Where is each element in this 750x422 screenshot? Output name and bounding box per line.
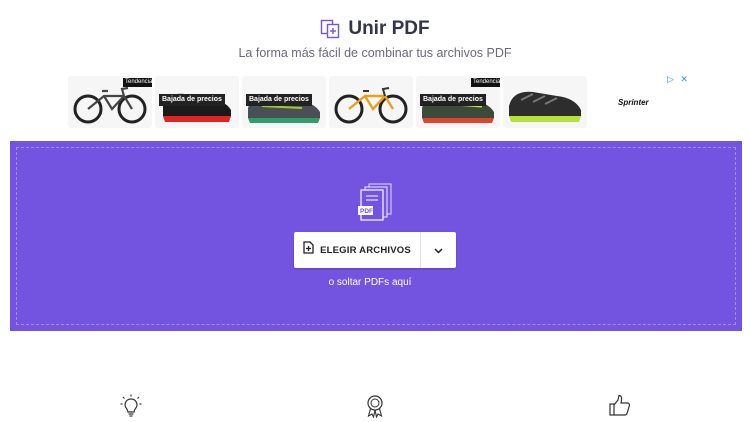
ad-price-banner: Bajada de precios	[159, 94, 225, 106]
ad-product-card[interactable]	[503, 76, 587, 128]
add-file-icon	[303, 241, 314, 259]
page-title: Unir PDF	[348, 18, 430, 39]
page-subtitle: La forma más fácil de combinar tus archi…	[238, 46, 512, 60]
svg-text:PDF: PDF	[360, 208, 373, 215]
ad-product-card[interactable]	[329, 76, 413, 128]
choose-files-group: ELEGIR ARCHIVOS	[294, 232, 456, 268]
mountain-bike-image	[334, 87, 408, 124]
ad-product-card[interactable]: Tendencia Bajada de precios	[416, 76, 500, 128]
ad-product-card[interactable]: Tendencia	[68, 76, 152, 128]
lightbulb-icon	[120, 394, 142, 422]
trail-shoe-image	[509, 91, 581, 122]
ad-choices-icon[interactable]: ▷ ✕	[667, 74, 690, 85]
ad-badge: Tendencia	[123, 78, 152, 87]
more-sources-dropdown[interactable]	[421, 232, 456, 268]
ad-badge: Tendencia	[471, 78, 500, 87]
merge-files-icon	[320, 19, 340, 39]
title-row: Unir PDF	[0, 14, 750, 44]
choose-files-label: ELEGIR ARCHIVOS	[320, 244, 411, 256]
file-drop-zone[interactable]: PDF ELEGIR ARCHIVOS o soltar PDFs aquí	[10, 141, 742, 331]
pdf-files-icon: PDF	[357, 182, 395, 227]
ad-banner[interactable]: Tendencia Bajada de precios Bajada de pr…	[66, 74, 692, 130]
chevron-down-icon	[434, 241, 443, 259]
ad-brand-logo[interactable]: Sprinter	[618, 98, 649, 107]
ad-price-banner: Bajada de precios	[246, 94, 312, 106]
ad-product-card[interactable]: Bajada de precios	[155, 76, 239, 128]
ad-price-banner: Bajada de precios	[420, 94, 486, 106]
choose-files-button[interactable]: ELEGIR ARCHIVOS	[294, 232, 420, 268]
features-row	[0, 394, 750, 420]
ad-product-card[interactable]: Bajada de precios	[242, 76, 326, 128]
header: Unir PDF La forma más fácil de combinar …	[0, 14, 750, 60]
page: Unir PDF La forma más fácil de combinar …	[0, 0, 750, 422]
award-badge-icon	[365, 394, 385, 422]
drop-hint: o soltar PDFs aquí	[328, 277, 412, 288]
thumbs-up-icon	[609, 394, 631, 422]
